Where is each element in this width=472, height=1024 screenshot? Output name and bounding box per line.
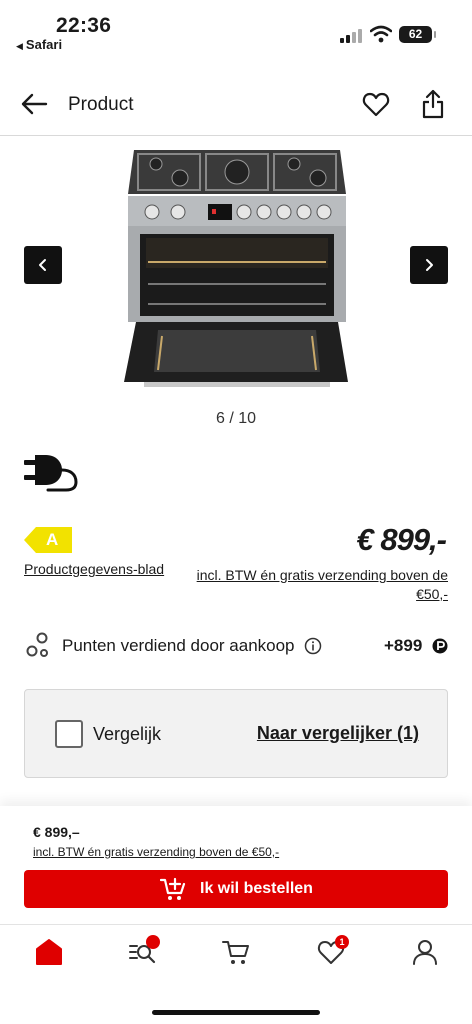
app-header: Product	[0, 76, 472, 136]
bottom-tab-bar: 1	[0, 924, 472, 1024]
points-bubbles-icon	[26, 632, 48, 657]
account-tab-icon[interactable]	[410, 937, 440, 967]
product-gallery[interactable]	[0, 140, 472, 400]
home-indicator[interactable]	[152, 1010, 320, 1015]
cellular-signal-icon	[340, 29, 364, 43]
wifi-icon	[370, 25, 392, 43]
sticky-shipping-note-link[interactable]: incl. BTW én gratis verzending boven de …	[33, 845, 279, 859]
energy-label-badge[interactable]: A	[24, 527, 72, 553]
back-to-app-link[interactable]: ◀ Safari	[16, 37, 62, 52]
loyalty-points-row: Punten verdiend door aankoop +899	[0, 630, 472, 662]
battery-indicator: 62	[399, 26, 436, 43]
go-to-comparator-link[interactable]: Naar vergelijker (1)	[257, 723, 419, 744]
compare-panel: Vergelijk Naar vergelijker (1)	[24, 689, 448, 778]
chevron-left-icon	[39, 259, 46, 271]
back-arrow-icon[interactable]	[20, 92, 48, 116]
price-shipping-note-link[interactable]: incl. BTW én gratis verzending boven de …	[178, 566, 448, 604]
electric-plug-icon	[24, 455, 78, 492]
page-title: Product	[68, 94, 134, 115]
wishlist-heart-icon[interactable]	[362, 91, 390, 119]
product-image-oven	[124, 150, 348, 387]
status-time: 22:36	[56, 14, 112, 37]
chevron-right-icon	[426, 259, 433, 271]
info-icon[interactable]	[304, 637, 322, 655]
search-notification-badge	[146, 935, 160, 949]
points-value: +899	[384, 636, 423, 655]
points-currency-icon	[432, 638, 448, 654]
points-label: Punten verdiend door aankoop	[62, 636, 295, 655]
add-to-cart-icon	[160, 877, 186, 900]
search-tab[interactable]	[128, 935, 160, 967]
wishlist-tab[interactable]: 1	[316, 935, 349, 967]
product-price: € 899,-	[356, 522, 447, 557]
sticky-price: € 899,–	[33, 824, 80, 840]
gallery-next-button[interactable]	[410, 246, 448, 284]
back-app-label: Safari	[25, 37, 63, 52]
back-triangle-icon: ◀	[16, 41, 23, 51]
compare-checkbox[interactable]	[55, 720, 83, 748]
cart-tab-icon[interactable]	[221, 937, 251, 967]
energy-class-letter: A	[46, 530, 59, 549]
gallery-counter: 6 / 10	[215, 410, 257, 427]
status-bar: 22:36 ◀ Safari 62	[0, 0, 472, 60]
product-datasheet-link[interactable]: Productgegevens-blad	[24, 561, 164, 577]
order-button[interactable]: Ik wil bestellen	[24, 870, 448, 908]
share-icon[interactable]	[421, 89, 445, 119]
home-tab-icon[interactable]	[34, 937, 64, 967]
order-button-label: Ik wil bestellen	[200, 880, 313, 897]
sticky-order-bar: € 899,– incl. BTW én gratis verzending b…	[0, 806, 472, 924]
gallery-previous-button[interactable]	[24, 246, 62, 284]
compare-checkbox-label[interactable]: Vergelijk	[93, 724, 161, 745]
wishlist-count-badge: 1	[335, 935, 349, 949]
